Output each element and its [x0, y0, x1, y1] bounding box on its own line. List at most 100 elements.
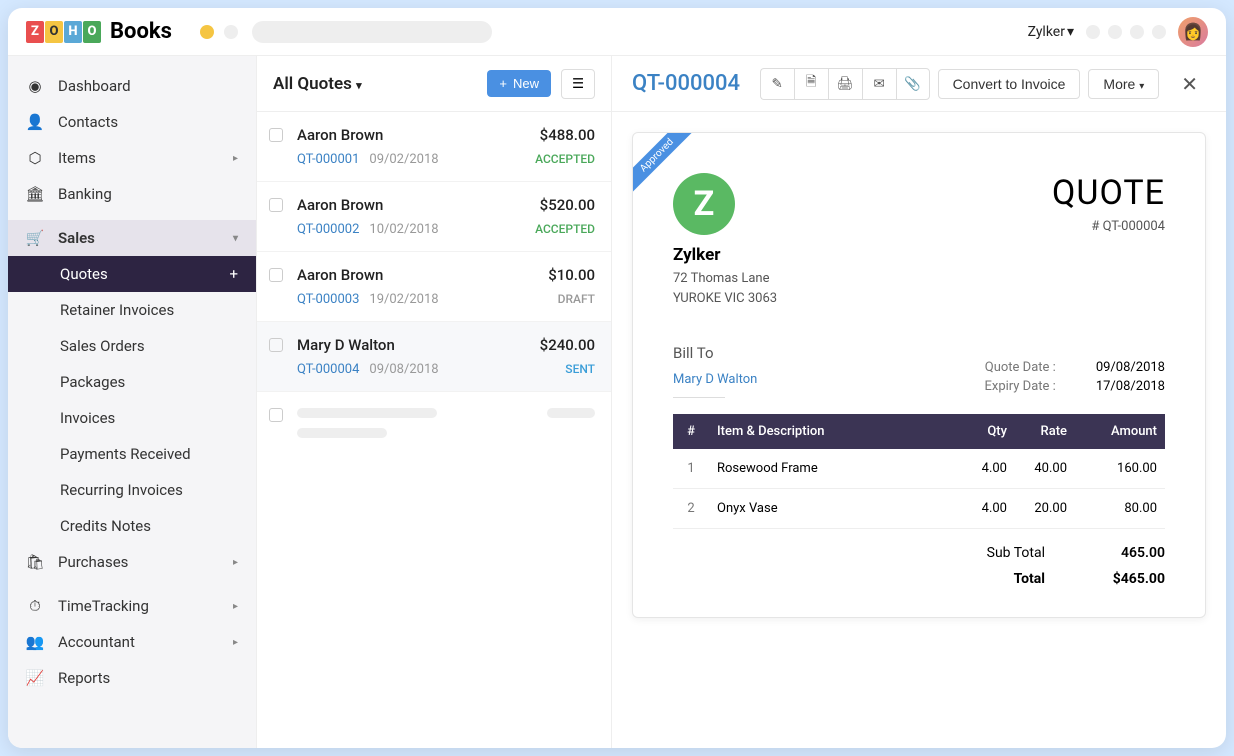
sidebar-subitem-quotes[interactable]: Quotes +: [8, 256, 256, 292]
close-button[interactable]: ✕: [1173, 68, 1206, 100]
col-qty: Qty: [955, 414, 1015, 449]
status-ribbon: Approved: [633, 133, 703, 203]
sidebar-subitem-recurring-invoices[interactable]: Recurring Invoices: [8, 472, 256, 508]
col-rate: Rate: [1015, 414, 1075, 449]
attach-button[interactable]: 📎: [896, 68, 930, 100]
quote-row[interactable]: Aaron Brown$10.00 QT-00000319/02/2018DRA…: [257, 252, 611, 322]
more-button[interactable]: More ▾: [1088, 69, 1159, 99]
line-item-row: 2 Onyx Vase 4.00 20.00 80.00: [673, 489, 1165, 529]
item-rate: 20.00: [1015, 489, 1075, 529]
sidebar-item-sales[interactable]: 🛒 Sales ▾: [8, 220, 256, 256]
header-action[interactable]: [1130, 25, 1144, 39]
row-checkbox[interactable]: [269, 408, 283, 422]
quote-status: DRAFT: [558, 292, 595, 307]
sidebar-label: Purchases: [58, 553, 128, 571]
quote-date-value: 09/08/2018: [1096, 360, 1165, 375]
convert-to-invoice-button[interactable]: Convert to Invoice: [938, 69, 1081, 99]
sidebar-item-accountant[interactable]: 👥 Accountant ▸: [8, 624, 256, 660]
sidebar-subitem-sales-orders[interactable]: Sales Orders: [8, 328, 256, 364]
printer-icon: 🖨: [837, 76, 854, 92]
quote-document: Approved Z Zylker 72 Thomas Lane YUROKE …: [632, 132, 1206, 618]
email-button[interactable]: ✉: [862, 68, 896, 100]
new-quote-button[interactable]: +New: [487, 70, 551, 97]
sidebar-item-items[interactable]: ⬡ Items ▸: [8, 140, 256, 176]
contacts-icon: 👤: [26, 113, 44, 131]
list-menu-button[interactable]: ☰: [561, 69, 595, 99]
sidebar-item-timetracking[interactable]: ⏱ TimeTracking ▸: [8, 588, 256, 624]
quote-id: QT-000001: [297, 152, 359, 167]
quote-date: 09/02/2018: [369, 152, 438, 167]
list-title[interactable]: All Quotes ▾: [273, 74, 362, 94]
accountant-icon: 👥: [26, 633, 44, 651]
caret-down-icon: ▾: [356, 79, 362, 92]
mail-icon: ✉: [873, 76, 884, 92]
sidebar-subitem-payments-received[interactable]: Payments Received: [8, 436, 256, 472]
row-checkbox[interactable]: [269, 338, 283, 352]
header-action[interactable]: [1108, 25, 1122, 39]
caret-down-icon: ▾: [1139, 81, 1144, 92]
header-action[interactable]: [1152, 25, 1166, 39]
items-icon: ⬡: [26, 149, 44, 167]
col-item: Item & Description: [709, 414, 955, 449]
sidebar-subitem-retainer-invoices[interactable]: Retainer Invoices: [8, 292, 256, 328]
dashboard-icon: ◉: [26, 77, 44, 95]
quote-amount: $240.00: [540, 336, 595, 354]
sidebar-label: Banking: [58, 185, 112, 203]
sidebar-item-reports[interactable]: 📈 Reports: [8, 660, 256, 696]
sidebar-label: TimeTracking: [58, 597, 149, 615]
add-icon[interactable]: +: [229, 265, 238, 283]
sidebar: ◉ Dashboard 👤 Contacts ⬡ Items ▸ 🏛 Banki…: [8, 56, 256, 748]
org-switcher[interactable]: Zylker▾: [1028, 24, 1074, 40]
item-name: Rosewood Frame: [709, 449, 955, 489]
purchases-icon: 🛍: [26, 553, 44, 571]
close-icon: ✕: [1181, 72, 1198, 96]
quote-status: SENT: [565, 362, 595, 377]
document-type-heading: QUOTE: [1052, 173, 1165, 213]
bill-to-name[interactable]: Mary D Walton: [673, 372, 757, 387]
sidebar-subitem-invoices[interactable]: Invoices: [8, 400, 256, 436]
item-qty: 4.00: [955, 489, 1015, 529]
item-amount: 80.00: [1075, 489, 1165, 529]
traffic-dot[interactable]: [200, 25, 214, 39]
row-checkbox[interactable]: [269, 268, 283, 282]
traffic-dot[interactable]: [224, 25, 238, 39]
window-controls: [200, 25, 238, 39]
header-action[interactable]: [1086, 25, 1100, 39]
quote-id: QT-000002: [297, 222, 359, 237]
sidebar-sub-label: Invoices: [60, 409, 115, 427]
sidebar-item-dashboard[interactable]: ◉ Dashboard: [8, 68, 256, 104]
sidebar-subitem-credit-notes[interactable]: Credits Notes: [8, 508, 256, 544]
list-header: All Quotes ▾ +New ☰: [257, 56, 611, 112]
sidebar-item-contacts[interactable]: 👤 Contacts: [8, 104, 256, 140]
item-amount: 160.00: [1075, 449, 1165, 489]
quote-date: 19/02/2018: [369, 292, 438, 307]
quote-date: 10/02/2018: [369, 222, 438, 237]
clock-icon: ⏱: [26, 597, 44, 615]
customer-name: Aaron Brown: [297, 266, 383, 284]
sidebar-item-banking[interactable]: 🏛 Banking: [8, 176, 256, 212]
row-checkbox[interactable]: [269, 198, 283, 212]
sidebar-label: Contacts: [58, 113, 118, 131]
quote-row[interactable]: Aaron Brown$520.00 QT-00000210/02/2018AC…: [257, 182, 611, 252]
quote-row[interactable]: Aaron Brown$488.00 QT-00000109/02/2018AC…: [257, 112, 611, 182]
print-button[interactable]: 🖨: [828, 68, 862, 100]
sidebar-subitem-packages[interactable]: Packages: [8, 364, 256, 400]
quote-detail-panel: QT-000004 ✎ 🗎 🖨 ✉ 📎 Convert to Invoice M…: [611, 56, 1226, 748]
global-search[interactable]: [252, 21, 492, 43]
sidebar-label: Reports: [58, 669, 110, 687]
sidebar-item-purchases[interactable]: 🛍 Purchases ▸: [8, 544, 256, 580]
pdf-button[interactable]: 🗎: [794, 68, 828, 100]
col-index: #: [673, 414, 709, 449]
item-index: 2: [673, 489, 709, 529]
sidebar-sub-label: Recurring Invoices: [60, 481, 183, 499]
edit-button[interactable]: ✎: [760, 68, 794, 100]
total-label: Total: [1014, 571, 1045, 587]
app-logo: ZOHO Books: [26, 19, 172, 44]
user-avatar[interactable]: 👩: [1178, 17, 1208, 47]
customer-name: Aaron Brown: [297, 196, 383, 214]
app-window: ZOHO Books Zylker▾ 👩 ◉: [8, 8, 1226, 748]
row-checkbox[interactable]: [269, 128, 283, 142]
chevron-right-icon: ▸: [233, 557, 238, 568]
quote-row[interactable]: Mary D Walton$240.00 QT-00000409/08/2018…: [257, 322, 611, 392]
subtotal-value: 465.00: [1095, 545, 1165, 561]
